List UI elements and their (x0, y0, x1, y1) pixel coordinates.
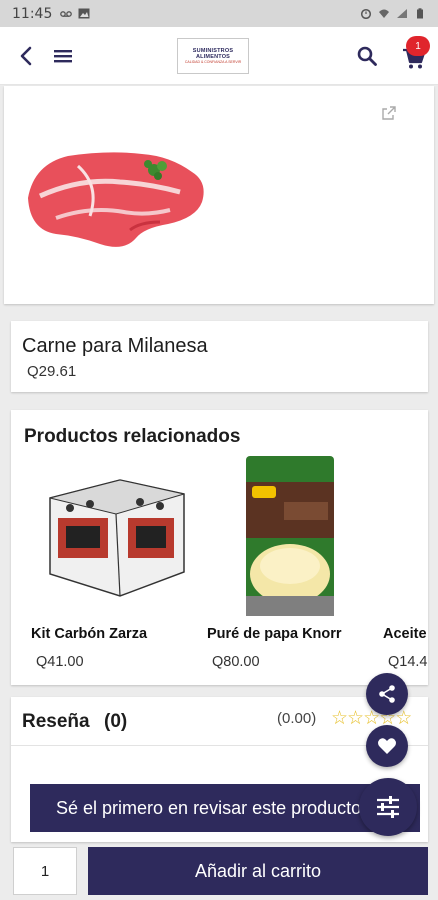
star-outline-icon: ☆ (331, 708, 348, 729)
related-product-item[interactable]: Aceite Q14.4 (376, 450, 428, 680)
product-image[interactable] (20, 126, 216, 286)
open-external-icon[interactable] (381, 105, 397, 121)
related-product-item[interactable]: Puré de papa Knorr Q80.00 (200, 450, 376, 680)
reviews-count: (0) (104, 711, 128, 732)
status-bar: 11:45 (0, 0, 438, 27)
battery-icon (417, 8, 423, 19)
star-outline-icon: ☆ (347, 708, 364, 729)
search-button[interactable] (352, 27, 382, 85)
gallery-icon (78, 8, 90, 19)
quantity-field[interactable]: 1 (13, 847, 77, 895)
related-product-name: Kit Carbón Zarza (31, 626, 148, 642)
chevron-left-icon (20, 46, 32, 66)
related-product-image (246, 456, 334, 616)
product-price: Q29.61 (27, 363, 77, 380)
related-product-name: Aceite (383, 626, 427, 642)
related-product-name: Puré de papa Knorr (207, 626, 342, 642)
rating-value: (0.00) (277, 710, 317, 727)
product-info-card: Carne para Milanesa Q29.61 (11, 321, 428, 392)
back-button[interactable] (12, 27, 40, 85)
favorite-button[interactable] (366, 725, 408, 767)
search-icon (357, 46, 377, 66)
cart-button[interactable]: 1 (392, 27, 436, 85)
alarm-icon (360, 8, 372, 19)
related-products-title: Productos relacionados (24, 426, 241, 447)
product-title: Carne para Milanesa (22, 335, 208, 357)
related-product-price: Q80.00 (212, 654, 260, 670)
hamburger-menu-icon (54, 50, 72, 63)
filter-options-button[interactable] (359, 778, 417, 836)
add-to-cart-button[interactable]: Añadir al carrito (88, 847, 428, 895)
voicemail-icon (60, 11, 73, 17)
related-product-item[interactable]: Kit Carbón Zarza Q41.00 (24, 450, 200, 680)
related-product-price: Q41.00 (36, 654, 84, 670)
menu-button[interactable] (48, 27, 78, 85)
signal-icon (397, 9, 407, 18)
cart-count-badge: 1 (406, 36, 430, 56)
related-product-image (49, 479, 185, 597)
heart-icon (378, 738, 396, 754)
share-icon (379, 685, 395, 703)
related-product-price: Q14.4 (388, 654, 428, 670)
store-logo[interactable]: SUMINISTROS ALIMENTOS CALIDAD & CONFIANZ… (177, 38, 249, 74)
product-image-card (4, 86, 434, 304)
tune-sliders-icon (377, 796, 399, 818)
related-products-card: Productos relacionados Kit Carbón Zarza … (11, 410, 428, 685)
share-button[interactable] (366, 673, 408, 715)
reviews-title: Reseña (22, 711, 90, 732)
wifi-icon (379, 9, 389, 18)
app-bar: SUMINISTROS ALIMENTOS CALIDAD & CONFIANZ… (0, 27, 438, 85)
status-time: 11:45 (12, 5, 53, 22)
